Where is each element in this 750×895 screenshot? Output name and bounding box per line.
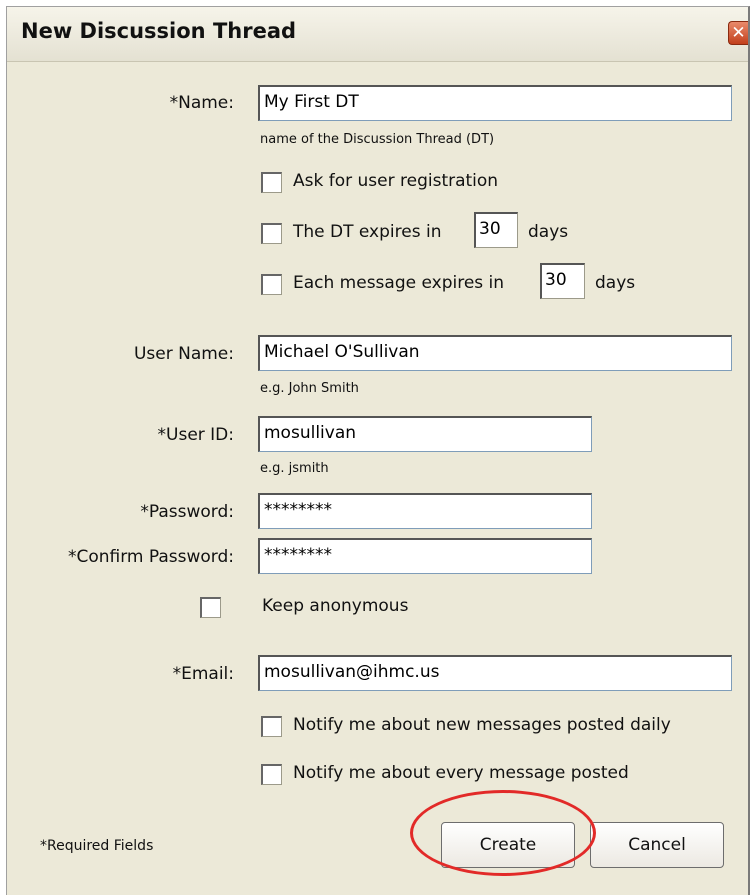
password-label: *Password: <box>140 502 234 522</box>
required-fields-note: *Required Fields <box>40 838 154 854</box>
name-input[interactable]: My First DT <box>258 85 732 121</box>
user-id-label: *User ID: <box>157 425 234 445</box>
notify-every-checkbox[interactable] <box>261 764 282 785</box>
password-input[interactable]: ******** <box>258 493 592 529</box>
name-label: *Name: <box>169 93 234 113</box>
create-button[interactable]: Create <box>441 822 575 868</box>
keep-anonymous-label: Keep anonymous <box>262 596 409 616</box>
msg-expires-days-input[interactable]: 30 <box>540 263 585 299</box>
ask-registration-label: Ask for user registration <box>293 171 499 191</box>
msg-expires-checkbox[interactable] <box>261 274 282 295</box>
user-id-input[interactable]: mosullivan <box>258 416 592 452</box>
confirm-password-label: *Confirm Password: <box>67 547 234 567</box>
close-icon[interactable]: ✕ <box>728 21 748 45</box>
title-bar[interactable]: New Discussion Thread ✕ <box>7 7 748 62</box>
user-name-input[interactable]: Michael O'Sullivan <box>258 335 732 371</box>
notify-daily-checkbox[interactable] <box>261 716 282 737</box>
user-id-hint: e.g. jsmith <box>260 461 329 476</box>
notify-daily-label: Notify me about new messages posted dail… <box>293 715 671 735</box>
dialog-title: New Discussion Thread <box>21 19 297 43</box>
dt-expires-days-input[interactable]: 30 <box>474 212 518 248</box>
msg-expires-suffix: days <box>595 273 636 293</box>
user-name-hint: e.g. John Smith <box>260 381 359 396</box>
dt-expires-suffix: days <box>528 222 569 242</box>
email-label: *Email: <box>172 664 234 684</box>
name-hint: name of the Discussion Thread (DT) <box>260 132 495 147</box>
email-input[interactable]: mosullivan@ihmc.us <box>258 655 732 691</box>
dt-expires-checkbox[interactable] <box>261 223 282 244</box>
dt-expires-prefix: The DT expires in <box>293 222 442 242</box>
msg-expires-prefix: Each message expires in <box>293 273 505 293</box>
user-name-label: User Name: <box>133 344 234 364</box>
notify-every-label: Notify me about every message posted <box>293 763 629 783</box>
confirm-password-input[interactable]: ******** <box>258 538 592 574</box>
cancel-button[interactable]: Cancel <box>590 822 724 868</box>
keep-anonymous-checkbox[interactable] <box>200 597 221 618</box>
ask-registration-checkbox[interactable] <box>261 172 282 193</box>
